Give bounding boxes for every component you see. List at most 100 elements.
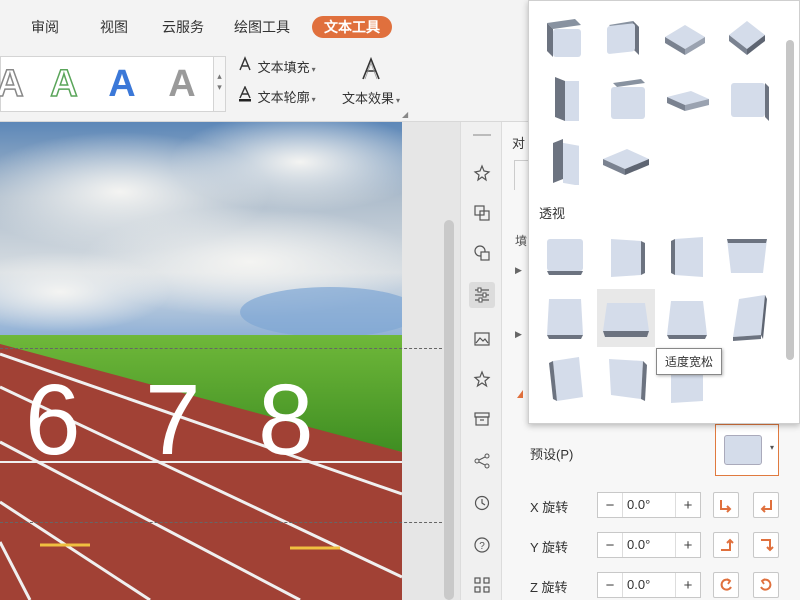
z-rotation-stepper[interactable]: − 0.0° + — [597, 572, 701, 598]
text-outline-icon — [236, 85, 254, 108]
section-marker-icon — [517, 390, 523, 398]
tab-cloud-service[interactable]: 云服务 — [162, 16, 204, 38]
scrollbar-thumb[interactable] — [444, 220, 454, 600]
dialog-launcher-icon[interactable]: ◢ — [402, 110, 408, 119]
y-rotation-stepper[interactable]: − 0.0° + — [597, 532, 701, 558]
tab-drawing-tools[interactable]: 绘图工具 — [234, 16, 290, 38]
chevron-down-icon: ▾ — [311, 65, 316, 74]
text-style-blue[interactable]: A — [99, 61, 145, 107]
preset-parallel-1[interactable] — [539, 13, 587, 61]
favorite-star-icon[interactable] — [469, 366, 495, 392]
vertical-scrollbar[interactable] — [442, 220, 456, 600]
chevron-right-icon[interactable]: ▶ — [515, 265, 522, 276]
more-icon: ▾ — [217, 82, 222, 92]
text-effect-button[interactable]: 文本效果 ▾ — [336, 56, 406, 110]
x-rotation-increment[interactable]: + — [676, 497, 700, 514]
preset-parallel-9[interactable] — [541, 137, 589, 185]
gallery-scrollbar[interactable] — [786, 40, 794, 360]
picture-icon[interactable] — [469, 326, 495, 352]
text-fill-button[interactable]: 文本填充 ▾ — [236, 56, 316, 76]
share-icon[interactable] — [469, 448, 495, 474]
preset-perspective-6-hovered[interactable] — [597, 289, 655, 347]
preset-perspective-5[interactable] — [541, 295, 589, 343]
preset-parallel-6[interactable] — [603, 75, 651, 123]
svg-text:?: ? — [479, 541, 485, 552]
x-rotation-label: X 旋转 — [530, 500, 569, 515]
tab-text-tools[interactable]: 文本工具 — [312, 16, 392, 38]
preset-parallel-8[interactable] — [725, 75, 773, 123]
history-icon[interactable] — [469, 490, 495, 516]
task-pane-icon-strip: ? — [460, 122, 502, 600]
slide-digit[interactable]: 6 — [25, 370, 81, 470]
rotate-right-icon — [760, 500, 772, 513]
slide-image[interactable]: 6 7 8 — [0, 122, 402, 600]
strip-grip — [473, 134, 491, 136]
preset-perspective-1[interactable] — [541, 233, 589, 281]
preset-perspective-3[interactable] — [663, 233, 711, 281]
text-style-gallery: A A A A ▴ ▾ — [0, 56, 226, 112]
rotate-cw-icon — [760, 578, 772, 591]
slide-digit[interactable]: 7 — [145, 370, 201, 470]
preset-perspective-10[interactable] — [603, 355, 651, 403]
chevron-down-icon: ▾ — [769, 443, 774, 452]
y-rotation-decrement[interactable]: − — [598, 537, 622, 554]
text-style-outline-gray[interactable]: A — [0, 61, 33, 107]
preset-parallel-2[interactable] — [599, 13, 647, 61]
rotate-ccw-z-button[interactable] — [713, 572, 739, 598]
rotate-down-icon — [761, 539, 774, 552]
perspective-section-title: 透视 — [539, 206, 566, 221]
rotate-down-y-button[interactable] — [753, 532, 779, 558]
shapes-icon[interactable] — [469, 240, 495, 266]
help-icon[interactable]: ? — [469, 532, 495, 558]
chevron-down-icon: ▾ — [311, 95, 316, 104]
preset-perspective-8[interactable] — [725, 293, 773, 341]
star-sparkle-icon[interactable] — [469, 160, 495, 186]
preset-perspective-6-shape — [603, 303, 649, 337]
text-box-border-bottom — [0, 522, 442, 523]
transform-icon[interactable] — [469, 200, 495, 226]
rotate-up-icon — [721, 538, 734, 551]
preset-swatch — [724, 435, 762, 465]
text-style-gray-gradient[interactable]: A — [159, 61, 205, 107]
text-box-border-top — [0, 348, 442, 349]
x-rotation-stepper[interactable]: − 0.0° + — [597, 492, 701, 518]
preset-parallel-3[interactable] — [661, 13, 709, 61]
chevron-right-icon[interactable]: ▶ — [515, 329, 522, 340]
rotate-left-x-button[interactable] — [713, 492, 739, 518]
rotate-up-y-button[interactable] — [713, 532, 739, 558]
archive-icon[interactable] — [469, 406, 495, 432]
preset-parallel-5[interactable] — [541, 75, 589, 123]
text-outline-button[interactable]: 文本轮廓 ▾ — [236, 85, 316, 108]
preset-parallel-10[interactable] — [601, 139, 649, 187]
z-rotation-value[interactable]: 0.0° — [622, 573, 676, 597]
x-rotation-decrement[interactable]: − — [598, 497, 622, 514]
preset-label: 预设(P) — [530, 447, 574, 462]
text-effect-label: 文本效果 — [341, 91, 394, 106]
preset-dropdown[interactable]: ▾ — [715, 424, 779, 476]
y-rotation-label: Y 旋转 — [530, 540, 569, 555]
text-fill-label: 文本填充 — [257, 60, 310, 75]
z-rotation-decrement[interactable]: − — [598, 577, 622, 594]
preset-parallel-7[interactable] — [663, 77, 711, 125]
preset-perspective-2[interactable] — [603, 233, 651, 281]
tab-review[interactable]: 审阅 — [31, 16, 59, 38]
y-rotation-value[interactable]: 0.0° — [622, 533, 676, 557]
preset-perspective-4[interactable] — [723, 233, 771, 281]
rotate-cw-z-button[interactable] — [753, 572, 779, 598]
preset-perspective-9[interactable] — [543, 355, 591, 403]
slide-digit[interactable]: 8 — [258, 370, 314, 470]
text-style-outline-green[interactable]: A — [41, 61, 87, 107]
tab-view[interactable]: 视图 — [100, 16, 128, 38]
preset-perspective-7[interactable] — [663, 295, 711, 343]
grid-icon[interactable] — [469, 572, 495, 598]
y-rotation-increment[interactable]: + — [676, 537, 700, 554]
z-rotation-increment[interactable]: + — [676, 577, 700, 594]
rotate-right-x-button[interactable] — [753, 492, 779, 518]
properties-icon[interactable] — [469, 282, 495, 308]
slide-canvas-area: 6 7 8 — [0, 122, 460, 600]
x-rotation-value[interactable]: 0.0° — [622, 493, 676, 517]
gallery-scroll[interactable]: ▴ ▾ — [213, 57, 225, 111]
preset-parallel-4[interactable] — [723, 13, 771, 61]
panel-partial-title: 对 — [512, 136, 526, 151]
panel-section-label-partial: 墳 — [515, 234, 528, 248]
